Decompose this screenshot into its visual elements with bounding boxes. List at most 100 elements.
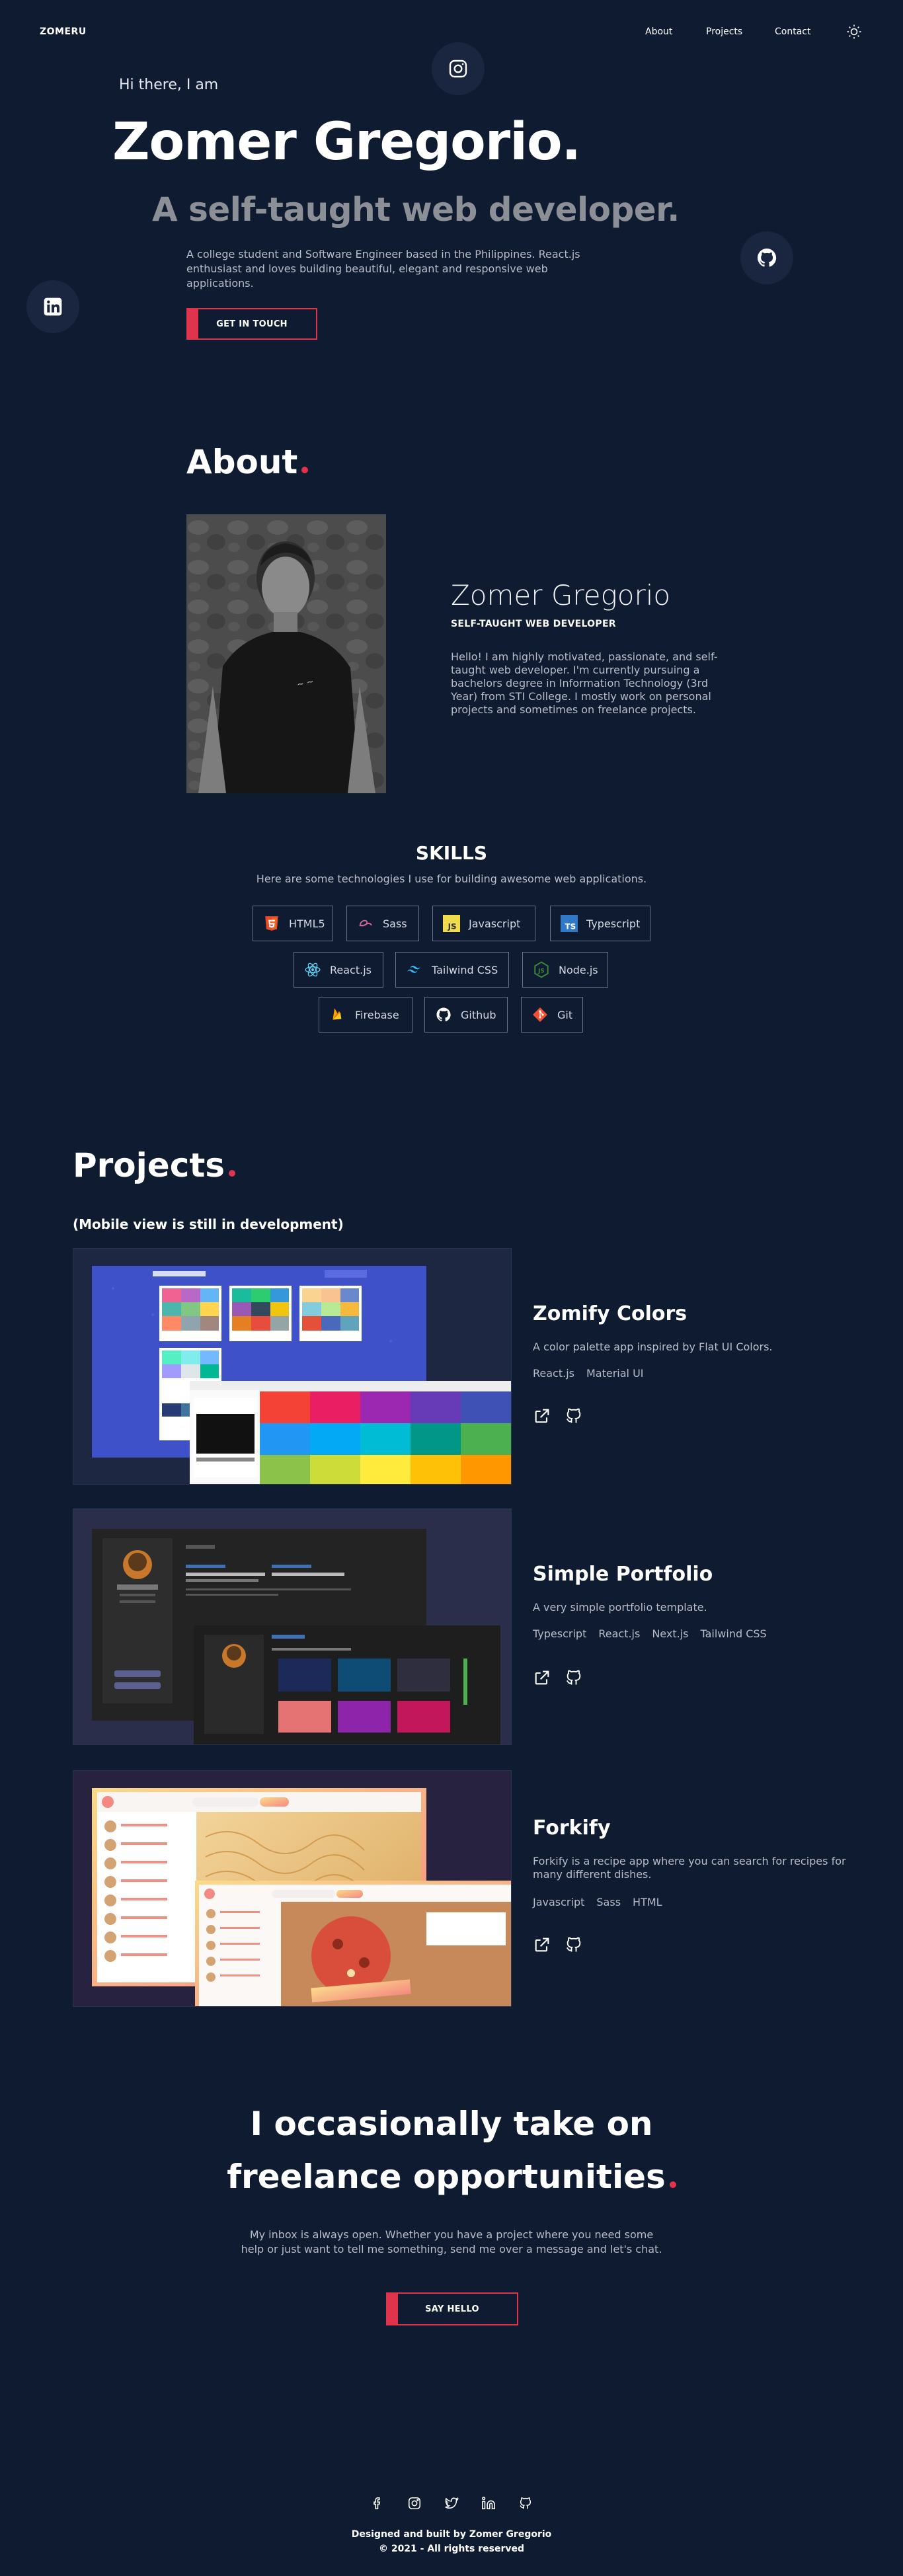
project-tag: Next.js — [652, 1627, 689, 1640]
project-links — [533, 1935, 583, 1954]
say-hello-button[interactable]: SAY HELLO — [386, 2292, 518, 2325]
freelance-heading-line1: I occasionally take on — [250, 2105, 653, 2143]
twitter-icon[interactable] — [444, 2496, 459, 2511]
project-links — [533, 1668, 583, 1687]
git-icon — [531, 1005, 549, 1024]
project-description: A color palette app inspired by Flat UI … — [533, 1341, 773, 1353]
skill-label: Javascript — [469, 917, 521, 930]
about-role: SELF-TAUGHT WEB DEVELOPER — [451, 619, 616, 629]
nodejs-icon: JS — [532, 960, 551, 979]
skill-chip-git: Git — [521, 997, 583, 1033]
project-tag: Javascript — [533, 1896, 585, 1908]
skill-chip-reactjs: React.js — [294, 952, 383, 988]
skill-chip-sass: Sass — [346, 906, 419, 941]
freelance-heading-line2: freelance opportunities — [0, 2158, 903, 2196]
projects-heading: Projects — [73, 1146, 236, 1185]
project-tag: Tailwind CSS — [700, 1627, 767, 1640]
profile-photo: ~ ~ — [186, 514, 386, 793]
skill-chip-tailwind: Tailwind CSS — [395, 952, 509, 988]
project-title-simple-portfolio[interactable]: Simple Portfolio — [533, 1563, 713, 1586]
accent-dot — [229, 1170, 236, 1177]
typescript-icon: TS — [560, 914, 578, 933]
get-in-touch-label: GET IN TOUCH — [216, 319, 288, 329]
skills-subheading: Here are some technologies I use for bui… — [256, 873, 647, 885]
project-tag: Sass — [596, 1896, 621, 1908]
footer-social-icons — [0, 2496, 903, 2511]
github-icon — [758, 249, 777, 267]
instagram-bubble[interactable] — [432, 42, 485, 95]
skill-label: HTML5 — [289, 917, 325, 930]
projects-heading-text: Projects — [73, 1146, 225, 1185]
github-icon — [434, 1005, 453, 1024]
project-tag: React.js — [598, 1627, 641, 1640]
project-card-zomify[interactable] — [73, 1248, 512, 1485]
footer-credit: Designed and built by Zomer Gregorio — [351, 2529, 552, 2540]
skill-chip-typescript: TS Typescript — [550, 906, 650, 941]
hero-name: Zomer Gregorio. — [112, 112, 581, 172]
accent-dot — [301, 467, 309, 473]
github-icon[interactable] — [565, 1668, 583, 1687]
linkedin-bubble[interactable] — [26, 280, 79, 333]
instagram-icon[interactable] — [407, 2496, 422, 2511]
linkedin-icon[interactable] — [481, 2496, 496, 2511]
zomify-screenshot — [92, 1266, 511, 1484]
get-in-touch-button[interactable]: GET IN TOUCH — [186, 308, 317, 340]
project-title-zomify[interactable]: Zomify Colors — [533, 1302, 687, 1325]
footer-copyright: © 2021 - All rights reserved — [378, 2544, 525, 2554]
project-tags: Typescript React.js Next.js Tailwind CSS — [533, 1627, 767, 1640]
skill-chip-nodejs: JS Node.js — [522, 952, 608, 988]
project-title-forkify[interactable]: Forkify — [533, 1816, 611, 1840]
project-card-simple-portfolio[interactable] — [73, 1508, 512, 1745]
github-icon[interactable] — [565, 1935, 583, 1954]
project-tag: Material UI — [586, 1367, 644, 1380]
forkify-screenshot — [73, 1771, 511, 2006]
facebook-icon[interactable] — [370, 2496, 385, 2511]
html5-icon — [262, 914, 281, 933]
site-logo[interactable]: ZOMERU — [40, 26, 87, 37]
svg-text:JS: JS — [537, 968, 544, 974]
project-tag: React.js — [533, 1367, 574, 1380]
project-tag: HTML — [633, 1896, 662, 1908]
project-description: A very simple portfolio template. — [533, 1601, 707, 1614]
simple-portfolio-screenshot — [73, 1509, 511, 1744]
project-card-forkify[interactable] — [73, 1770, 512, 2007]
hero-description: A college student and Software Engineer … — [186, 248, 580, 290]
skills-heading: SKILLS — [415, 842, 488, 864]
skill-label: Sass — [383, 917, 407, 930]
tailwind-icon — [405, 960, 424, 979]
hero-title: A self-taught web developer. — [152, 190, 680, 229]
sass-icon — [356, 914, 375, 933]
skill-chip-html5: HTML5 — [253, 906, 333, 941]
project-tags: React.js Material UI — [533, 1367, 644, 1380]
project-description: Forkify is a recipe app where you can se… — [533, 1855, 846, 1881]
project-tag: Typescript — [533, 1627, 587, 1640]
external-link-icon[interactable] — [533, 1407, 551, 1425]
about-heading: About — [186, 443, 309, 481]
skill-label: Firebase — [355, 1008, 399, 1021]
freelance-heading-line2-text: freelance opportunities — [227, 2158, 666, 2196]
github-bubble[interactable] — [740, 231, 793, 284]
skill-label: React.js — [330, 963, 372, 976]
github-icon[interactable] — [518, 2496, 533, 2511]
github-icon[interactable] — [565, 1407, 583, 1425]
skill-label: Tailwind CSS — [432, 963, 498, 976]
about-name: Zomer Gregorio — [451, 579, 671, 611]
nav-link-contact[interactable]: Contact — [775, 26, 810, 37]
react-icon — [303, 960, 322, 979]
firebase-icon — [329, 1005, 347, 1024]
hero-greeting: Hi there, I am — [119, 77, 219, 93]
skill-chip-javascript: JS Javascript — [432, 906, 535, 941]
project-tags: Javascript Sass HTML — [533, 1896, 662, 1908]
nav-link-about[interactable]: About — [645, 26, 672, 37]
external-link-icon[interactable] — [533, 1935, 551, 1954]
javascript-icon: JS — [442, 914, 461, 933]
profile-photo-illustration: ~ ~ — [186, 514, 386, 793]
svg-text:JS: JS — [448, 922, 457, 931]
nav-link-projects[interactable]: Projects — [706, 26, 742, 37]
sun-icon[interactable] — [846, 24, 862, 40]
skill-chip-firebase: Firebase — [319, 997, 412, 1033]
external-link-icon[interactable] — [533, 1668, 551, 1687]
instagram-icon — [449, 59, 467, 78]
skill-label: Typescript — [586, 917, 641, 930]
svg-text:TS: TS — [565, 922, 576, 931]
